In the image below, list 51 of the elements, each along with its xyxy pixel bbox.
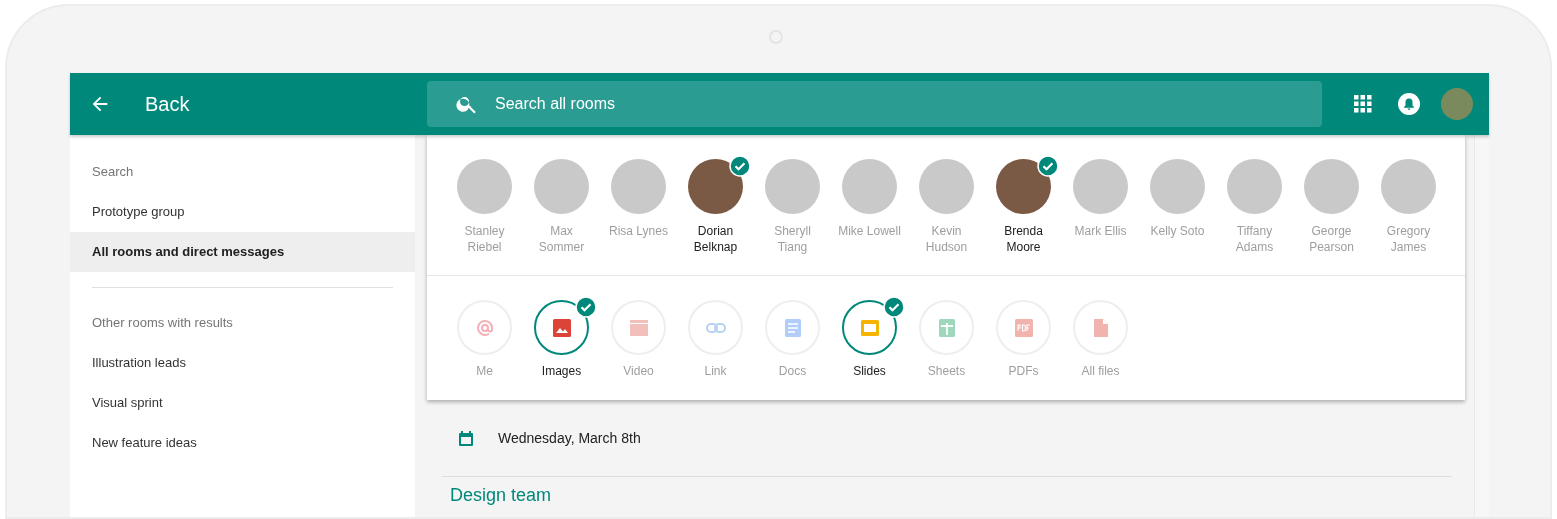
filter-label: Sheets [926,363,967,379]
slides-icon [859,317,880,338]
apps-grid-icon[interactable] [1354,95,1372,113]
notification-bell-icon[interactable] [1398,93,1420,115]
sidebar-item[interactable]: New feature ideas [70,423,415,463]
mention-icon [474,317,495,338]
person-name: Brenda Moore [1003,223,1044,255]
person-name: Max Sommer [537,223,586,255]
check-badge-icon [1037,155,1059,177]
date-heading: Wednesday, March 8th [498,430,641,446]
image-icon [551,317,572,338]
filter-label: Me [475,363,494,379]
calendar-icon [458,429,474,447]
video-icon [628,317,649,338]
pdf-icon [1013,317,1034,338]
sidebar-item[interactable]: Illustration leads [70,343,415,383]
filter-label: Docs [777,363,808,379]
account-avatar[interactable] [1441,88,1473,120]
check-badge-icon [883,296,905,318]
person-name: Mike Lowell [837,223,902,239]
room-title: Design team [450,485,553,506]
person-name: Kevin Hudson [924,223,969,255]
filter-label: PDFs [1007,363,1040,379]
search-input[interactable]: Search all rooms [493,94,1097,114]
filter-label: Images [540,363,583,379]
back-label[interactable]: Back [145,92,190,116]
person-name: Sheryll Tiang [773,223,812,255]
filter-label: All files [1080,363,1121,379]
person-name: Mark Ellis [1073,223,1128,239]
check-badge-icon [729,155,751,177]
person-name: Risa Lynes [608,223,669,239]
person-name: Tiffany Adams [1234,223,1275,255]
doc-icon [782,317,803,338]
person-name: Dorian Belknap [692,223,739,255]
person-name: Gregory James [1385,223,1432,255]
search-field[interactable]: Search all rooms [427,81,1322,127]
filter-label: Slides [852,363,887,379]
person-name: Stanley Riebel [463,223,506,255]
filter-label: Video [622,363,655,379]
sheet-icon [936,317,957,338]
person-name: Kelly Soto [1149,223,1206,239]
avatar[interactable] [688,159,743,214]
filter-label: Link [703,363,728,379]
sidebar-heading: Other rooms with results [91,314,234,332]
check-badge-icon [575,296,597,318]
avatar[interactable] [996,159,1051,214]
sidebar-item[interactable]: All rooms and direct messages [70,232,415,272]
sidebar-item[interactable]: Prototype group [70,192,415,232]
sidebar-heading: Search [91,163,135,181]
person-name: George Pearson [1308,223,1355,255]
sidebar-item[interactable]: Visual sprint [70,383,415,423]
